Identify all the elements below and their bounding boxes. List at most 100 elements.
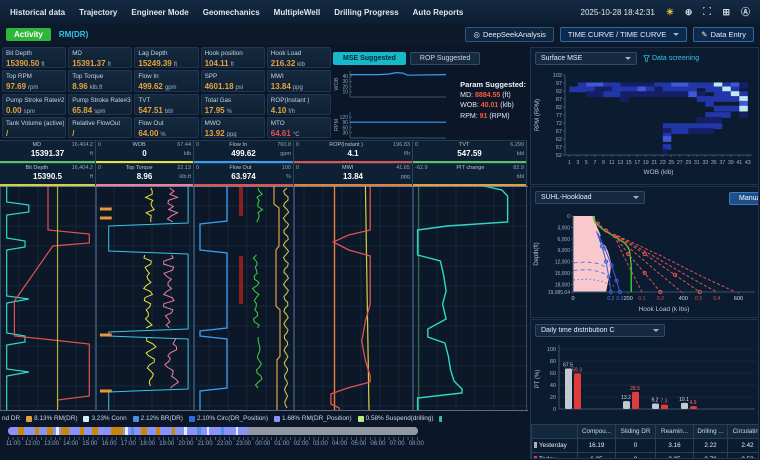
reading-label: MWO (205, 120, 261, 127)
svg-text:41: 41 (736, 160, 742, 166)
reading-label: MD (72, 50, 128, 57)
svg-text:200: 200 (624, 296, 633, 302)
time-label: 14:00 (63, 441, 78, 447)
reading-card: Pump Stroke Rate#2 0.00spm (2, 94, 66, 115)
curve-header[interactable]: 0Flow In760.8 499.62gpm (194, 140, 293, 163)
svg-text:23: 23 (660, 160, 666, 166)
svg-text:0.1: 0.1 (638, 296, 645, 302)
svg-text:33: 33 (702, 160, 708, 166)
daily-row-name: Today (532, 453, 578, 460)
timeline-segment (18, 427, 24, 435)
curve-header[interactable]: MD16,404.2 15391.37ft (0, 140, 95, 163)
surface-mse-select[interactable]: Surface MSE (535, 52, 637, 65)
time-label: 02:00 (294, 441, 309, 447)
nav-item-geomechanics[interactable]: Geomechanics (203, 8, 260, 17)
fullscreen-icon[interactable] (703, 7, 711, 17)
legend-item[interactable]: 0.10% P/U (439, 415, 442, 422)
time-label: 05:00 (351, 441, 366, 447)
legend-item[interactable]: 2.10% Circ(DR_Position) (189, 415, 268, 422)
time-curve-select[interactable]: TIME CURVE / TIME CURVE (560, 27, 687, 42)
track-header: 0Flow In760.8 499.62gpm 0Flow Out100 63.… (194, 140, 294, 186)
account-icon[interactable]: Ⓐ (741, 8, 750, 17)
legend-swatch (274, 416, 280, 422)
curve-header[interactable]: 0Top Torque22.13 8.96klb.ft (96, 163, 193, 186)
reading-card: Lag Depth 15249.39ft (134, 47, 198, 68)
activity-tab[interactable]: Activity (6, 28, 51, 41)
svg-text:77: 77 (556, 113, 562, 119)
reading-value: 216.32klb (271, 59, 327, 68)
legend-item[interactable]: 1.68% RM(DR_Position) (274, 415, 352, 422)
tab-rm-dr[interactable]: RM(DR) (59, 30, 88, 39)
svg-text:37: 37 (719, 160, 725, 166)
reading-value: 15391.37ft (72, 59, 128, 68)
datetime: 2025-10-28 18:42:31 (581, 8, 655, 17)
well-log-plot (0, 186, 528, 411)
legend-swatch (26, 416, 32, 422)
reading-label: Top RPM (6, 73, 62, 80)
legend-item[interactable]: 8.13% RM(DR) (26, 415, 77, 422)
legend-item[interactable]: 2.12% BR(DR) (133, 415, 183, 422)
reading-card: SPP 4601.18psi (201, 70, 265, 91)
daily-distribution-table-wrap: Compou...Sliding DRReamin...Drilling ...… (531, 424, 758, 459)
activity-timeline-bar[interactable] (8, 427, 418, 435)
nav-item-multiplewell[interactable]: MultipleWell (274, 8, 321, 17)
curve-header[interactable]: 0Flow Out100 63.974% (194, 163, 293, 186)
reading-card: Hook Load 216.32klb (267, 47, 331, 68)
data-screening-link[interactable]: Data screening (643, 55, 699, 62)
apps-grid-icon[interactable]: ⊞ (722, 8, 730, 17)
svg-text:9.2: 9.2 (652, 398, 659, 404)
nav-item-historical-data[interactable]: Historical data (10, 8, 65, 17)
svg-text:28.5: 28.5 (630, 386, 640, 392)
curve-header[interactable]: 0TVT6,290 547.59bbl (413, 140, 526, 163)
curve-header[interactable]: Bit Depth16,404.2 15390.5ft (0, 163, 95, 186)
reading-value: 4.10f/h (271, 106, 327, 115)
daily-distribution-select[interactable]: Daily time distribution C (535, 324, 665, 337)
chevron-down-icon (625, 57, 631, 60)
topnav-right: 2025-10-28 18:42:31 ☀ ⊕ ⊞ Ⓐ (581, 7, 750, 17)
suhl-select[interactable]: SUHL-Hookload (535, 191, 645, 204)
svg-text:17: 17 (634, 160, 640, 166)
legend-swatch (83, 416, 89, 422)
manual-button[interactable]: Manual (729, 192, 759, 205)
reading-label: MWI (271, 73, 327, 80)
svg-text:19: 19 (643, 160, 649, 166)
legend-item[interactable]: 0.58% Suspend(drilling) (358, 415, 434, 422)
svg-text:60: 60 (550, 371, 556, 377)
nav-item-engineer-mode[interactable]: Engineer Mode (131, 8, 188, 17)
reading-label: Hook position (205, 50, 261, 57)
mse-suggested-button[interactable]: MSE Suggested (333, 52, 406, 65)
svg-text:12,000: 12,000 (555, 260, 571, 266)
reading-card: Bit Depth 15390.50ft (2, 47, 66, 68)
legend-item[interactable]: nd DR (2, 415, 20, 422)
nav-item-trajectory[interactable]: Trajectory (79, 8, 117, 17)
reading-label: TVT (138, 97, 194, 104)
reading-label: Lag Depth (138, 50, 194, 57)
time-label: 23:00 (236, 441, 251, 447)
svg-text:10.1: 10.1 (679, 397, 689, 403)
reading-label: MTO (271, 120, 327, 127)
mse-suggestion-panel: MSE Suggested ROP Suggested 40302010WOB … (333, 47, 526, 138)
reading-value: 499.62gpm (138, 82, 194, 91)
nav-item-drilling-progress[interactable]: Drilling Progress (334, 8, 398, 17)
theme-sun-icon[interactable]: ☀ (666, 8, 674, 17)
daily-cell: 6.35 (578, 453, 616, 460)
legend-item[interactable]: 3.23% Conn (83, 415, 126, 422)
time-label: 08:00 (409, 441, 424, 447)
svg-text:57: 57 (556, 145, 562, 151)
reading-card: Flow In 499.62gpm (134, 70, 198, 91)
globe-icon[interactable]: ⊕ (685, 8, 693, 17)
timeline-segment (141, 427, 147, 435)
time-label: 00:00 (255, 441, 270, 447)
reading-label: Pump Stroke Rate#2 (6, 97, 62, 104)
nav-item-auto-reports[interactable]: Auto Reports (413, 8, 464, 17)
reading-card: Tank Volume (active) / (2, 117, 66, 138)
reading-value: 104.11ft (205, 59, 261, 68)
curve-header[interactable]: 0MWI41.65 13.84ppg (294, 163, 412, 186)
curve-header[interactable]: -62.9PIT change82.9 bbl (413, 163, 526, 186)
svg-text:27: 27 (677, 160, 683, 166)
rop-suggested-button[interactable]: ROP Suggested (410, 52, 480, 65)
curve-header[interactable]: 0ROP(Instant )196.83 4.1f/h (294, 140, 412, 163)
data-entry-button[interactable]: ✎Data Entry (693, 27, 754, 42)
deepseek-analysis-button[interactable]: ◎DeepSeekAnalysis (465, 27, 554, 42)
curve-header[interactable]: 0WOB67.44 0klb (96, 140, 193, 163)
